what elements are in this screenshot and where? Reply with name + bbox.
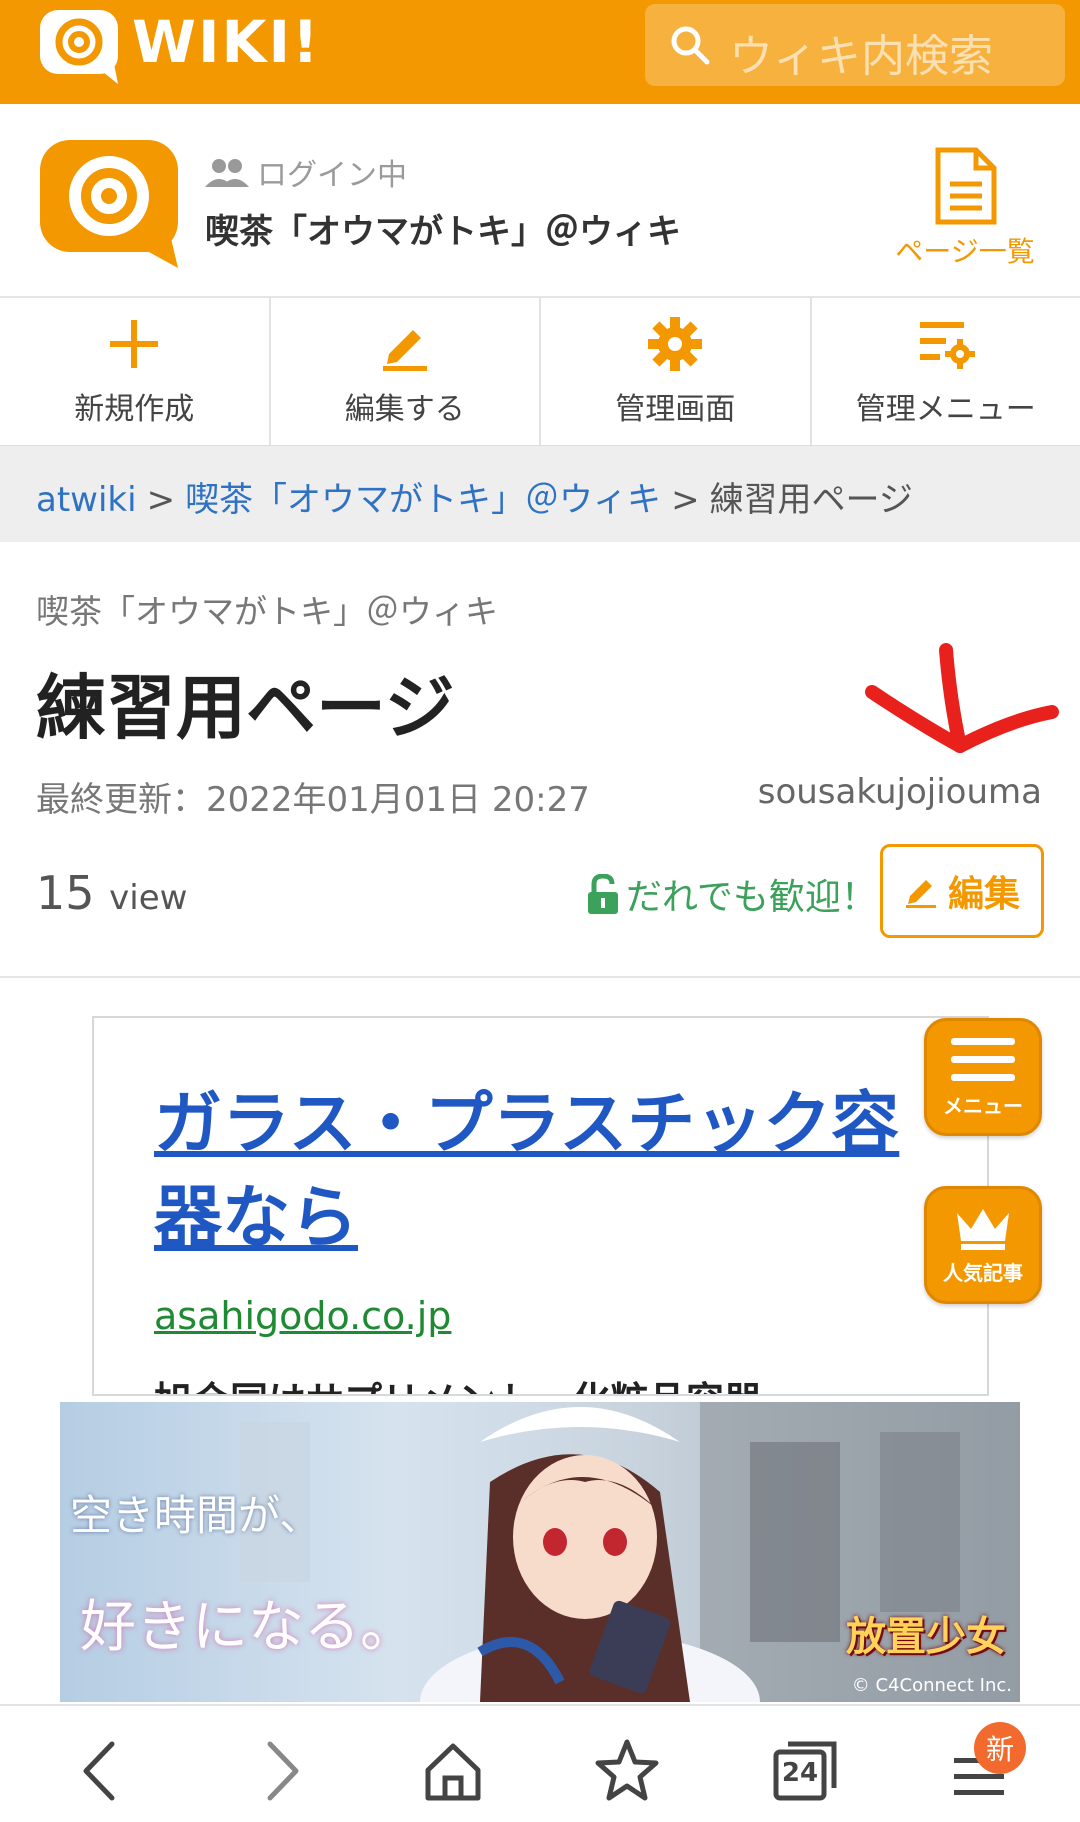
pencil-icon [382, 329, 427, 371]
document-icon [935, 147, 997, 225]
banner-copyright: © C4Connect Inc. [851, 1675, 1012, 1696]
edit-page-button[interactable]: 編集する [271, 298, 541, 445]
gear-icon [648, 316, 703, 371]
permission-label: だれでも歓迎！ [626, 877, 877, 918]
breadcrumb-current: 練習用ページ [709, 480, 913, 520]
view-count: 15 view [36, 866, 187, 920]
author-name[interactable]: sousakujojiouma [758, 772, 1042, 812]
bookmark-star-icon[interactable] [592, 1736, 662, 1806]
search-placeholder: ウィキ内検索 [729, 31, 993, 82]
wiki-header: ログイン中 喫茶「オウマがトキ」＠ウィキ ページ一覧 [0, 104, 1080, 298]
page-list-button[interactable]: ページ一覧 [890, 146, 1040, 270]
back-arrow-icon[interactable] [66, 1736, 136, 1806]
users-icon [205, 159, 249, 187]
pencil-icon [905, 880, 936, 908]
new-badge: 新 [974, 1722, 1026, 1774]
edit-button-label: 編集 [947, 874, 1020, 915]
atwiki-logo-icon[interactable] [38, 8, 122, 84]
breadcrumb-separator: > [671, 480, 700, 520]
page-title: 練習用ページ [36, 667, 455, 749]
popular-articles-button[interactable]: 人気記事 [924, 1186, 1042, 1304]
hamburger-icon [951, 1037, 1015, 1081]
breadcrumb: atwiki > 喫茶「オウマがトキ」＠ウィキ > 練習用ページ [0, 446, 1080, 542]
ad-title-link[interactable]: ガラス・プラスチック容器なら [154, 1078, 934, 1266]
wiki-logo-icon[interactable] [38, 138, 180, 268]
search-input[interactable]: ウィキ内検索 [645, 4, 1065, 86]
ad-description: 旭合同はサプリメント・化粧品容器 [154, 1370, 762, 1394]
menu-fab-label: メニュー [943, 1093, 1023, 1118]
menu-fab-button[interactable]: メニュー [924, 1018, 1042, 1136]
view-count-number: 15 [36, 866, 95, 920]
tabs-button[interactable]: 24 [770, 1736, 840, 1806]
banner-tagline-2: 好きになる。 [80, 1595, 416, 1660]
wiki-subtitle: 喫茶「オウマがトキ」＠ウィキ [36, 592, 498, 631]
new-page-button[interactable]: 新規作成 [0, 298, 271, 445]
edit-page-label: 編集する [344, 391, 465, 427]
logo-text[interactable]: WIKI! [132, 8, 321, 76]
wiki-name[interactable]: 喫茶「オウマがトキ」＠ウィキ [205, 204, 681, 253]
edit-button[interactable]: 編集 [880, 844, 1044, 938]
breadcrumb-separator: > [146, 480, 176, 520]
divider [0, 976, 1080, 978]
game-banner-ad[interactable]: 空き時間が、 好きになる。 放置少女 © C4Connect Inc. [60, 1402, 1020, 1702]
crown-icon [957, 1208, 1009, 1250]
ad-domain-link[interactable]: asahigodo.co.jp [154, 1294, 451, 1338]
admin-screen-label: 管理画面 [615, 391, 736, 427]
tab-count: 24 [781, 1758, 819, 1788]
unlock-icon [588, 874, 618, 914]
top-bar: WIKI! ウィキ内検索 [0, 0, 1080, 104]
permission-status: だれでも歓迎！ [586, 868, 877, 920]
forward-arrow-icon[interactable] [246, 1736, 316, 1806]
admin-menu-button[interactable]: 管理メニュー [812, 298, 1080, 445]
search-icon [671, 26, 710, 65]
banner-game-logo: 放置少女 [846, 1614, 1006, 1660]
breadcrumb-wiki-link[interactable]: 喫茶「オウマがトキ」＠ウィキ [185, 480, 661, 520]
view-count-unit: view [109, 878, 188, 918]
login-status: ログイン中 [205, 150, 407, 194]
ad-box[interactable]: ガラス・プラスチック容器なら asahigodo.co.jp 旭合同はサプリメン… [92, 1016, 989, 1396]
new-page-label: 新規作成 [74, 391, 195, 427]
settings-menu-icon [919, 321, 975, 369]
admin-screen-button[interactable]: 管理画面 [541, 298, 812, 445]
browser-bottom-nav: 24 新 [0, 1704, 1080, 1822]
banner-tagline-1: 空き時間が、 [70, 1491, 322, 1540]
page-list-label: ページ一覧 [895, 235, 1035, 268]
login-status-label: ログイン中 [257, 158, 407, 193]
red-arrow-annotation-icon [865, 643, 1059, 753]
breadcrumb-root-link[interactable]: atwiki [36, 480, 137, 520]
home-icon[interactable] [418, 1736, 488, 1806]
plus-icon [110, 319, 159, 368]
last-updated: 最終更新：2022年01月01日 20:27 [36, 780, 590, 820]
popular-articles-label: 人気記事 [943, 1260, 1023, 1285]
admin-menu-label: 管理メニュー [855, 391, 1036, 427]
action-bar: 新規作成 編集する 管理画面 管理メニュー [0, 298, 1080, 446]
